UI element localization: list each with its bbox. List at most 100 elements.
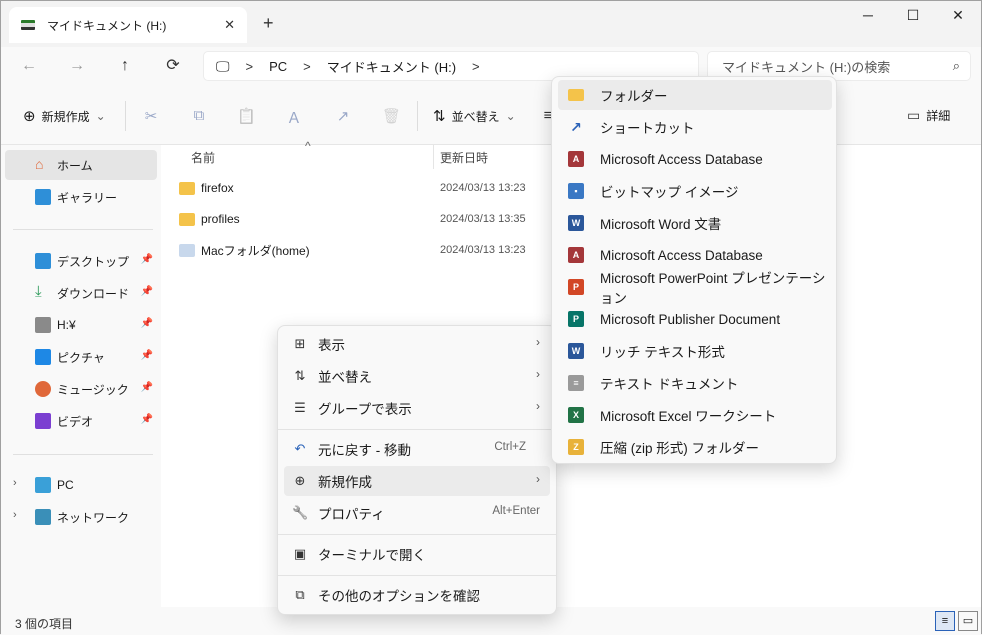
pin-icon[interactable]: 📌: [141, 414, 153, 425]
share-icon[interactable]: ↗: [334, 107, 352, 125]
submenu-item-zip-folder[interactable]: Z 圧縮 (zip 形式) フォルダー: [558, 432, 832, 462]
sidebar-item-label: ビデオ: [57, 414, 94, 429]
sidebar-item-network[interactable]: › ネットワーク: [5, 502, 157, 532]
pc-icon: 🖵: [216, 57, 230, 74]
sidebar-item-downloads[interactable]: ⤓ ダウンロード 📌: [5, 278, 157, 308]
pin-icon[interactable]: 📌: [141, 318, 153, 329]
sidebar-item-videos[interactable]: ビデオ 📌: [5, 406, 157, 436]
submenu-item-rtf[interactable]: W リッチ テキスト形式: [558, 336, 832, 366]
minimize-button[interactable]: ─: [845, 7, 891, 27]
breadcrumb-pc[interactable]: PC: [269, 59, 287, 74]
pin-icon[interactable]: 📌: [141, 382, 153, 393]
menu-item-label: Microsoft Access Database: [600, 247, 763, 263]
tab-close-icon[interactable]: ✕: [224, 17, 235, 33]
shortcut-text: Ctrl+Z: [494, 441, 526, 453]
sidebar-item-gallery[interactable]: ギャラリー: [5, 182, 157, 212]
sidebar-item-desktop[interactable]: デスクトップ 📌: [5, 246, 157, 276]
column-divider[interactable]: [433, 145, 434, 169]
pin-icon[interactable]: 📌: [141, 286, 153, 297]
file-name: Macフォルダ(home): [201, 243, 310, 258]
sidebar-item-home[interactable]: ⌂ ホーム: [5, 150, 157, 180]
cut-icon[interactable]: ✂: [142, 107, 160, 125]
bitmap-icon: ▪: [568, 183, 584, 199]
column-header-name[interactable]: 名前: [191, 149, 215, 166]
pin-icon[interactable]: 📌: [141, 254, 153, 265]
folder-icon: [179, 212, 195, 226]
menu-item-group-by[interactable]: ☰ グループで表示 ›: [284, 393, 550, 423]
details-pane-icon: ▭: [907, 107, 921, 123]
submenu-item-access-database-2[interactable]: A Microsoft Access Database: [558, 240, 832, 270]
submenu-item-shortcut[interactable]: ↗ ショートカット: [558, 112, 832, 142]
sidebar-item-music[interactable]: ミュージック 📌: [5, 374, 157, 404]
pin-icon[interactable]: 📌: [141, 350, 153, 361]
desktop-icon: [35, 253, 51, 269]
folder-icon: [568, 89, 584, 101]
breadcrumb-separator[interactable]: >: [246, 59, 254, 74]
new-tab-button[interactable]: +: [263, 13, 274, 34]
list-item[interactable]: profiles 2024/03/13 13:35: [179, 205, 599, 233]
forward-button[interactable]: →: [65, 55, 89, 79]
chevron-right-icon[interactable]: ›: [13, 477, 17, 489]
menu-item-label: 元に戻す - 移動: [318, 443, 411, 458]
chevron-right-icon: ›: [536, 335, 540, 349]
sidebar-item-label: ミュージック: [57, 382, 129, 397]
submenu-item-excel[interactable]: X Microsoft Excel ワークシート: [558, 400, 832, 430]
undo-icon: ↶: [294, 441, 306, 456]
details-label: 詳細: [926, 109, 951, 123]
menu-item-view[interactable]: ⊞ 表示 ›: [284, 329, 550, 359]
view-icon: ⊞: [294, 336, 306, 351]
submenu-item-bitmap[interactable]: ▪ ビットマップ イメージ: [558, 176, 832, 206]
menu-item-new[interactable]: ⊕ 新規作成 ›: [284, 466, 550, 496]
up-button[interactable]: ↑: [113, 55, 137, 79]
menu-item-undo[interactable]: ↶ 元に戻す - 移動 Ctrl+Z: [284, 434, 550, 464]
tab-active[interactable]: マイドキュメント (H:) ✕: [9, 7, 247, 43]
chevron-right-icon[interactable]: ›: [13, 509, 17, 521]
menu-item-more-options[interactable]: ⧉ その他のオプションを確認: [284, 580, 550, 610]
submenu-item-text-document[interactable]: ≡ テキスト ドキュメント: [558, 368, 832, 398]
sidebar-item-pictures[interactable]: ピクチャ 📌: [5, 342, 157, 372]
submenu-item-word[interactable]: W Microsoft Word 文書: [558, 208, 832, 238]
maximize-button[interactable]: ☐: [890, 7, 936, 27]
drive-icon: [21, 20, 35, 30]
more-options-icon: ⧉: [295, 587, 305, 602]
list-item[interactable]: Macフォルダ(home) 2024/03/13 13:23: [179, 236, 599, 264]
back-button[interactable]: ←: [17, 55, 41, 79]
menu-item-label: テキスト ドキュメント: [600, 377, 739, 392]
sidebar-item-pc[interactable]: › PC: [5, 470, 157, 500]
submenu-item-powerpoint[interactable]: P Microsoft PowerPoint プレゼンテーション: [558, 271, 832, 306]
powerpoint-icon: P: [568, 279, 584, 295]
shortcut-folder-icon: [179, 243, 195, 257]
list-item[interactable]: firefox 2024/03/13 13:23: [179, 174, 599, 202]
refresh-button[interactable]: ⟳: [161, 55, 185, 79]
pictures-icon: [35, 349, 51, 365]
paste-icon[interactable]: 📋: [237, 107, 256, 125]
delete-icon[interactable]: 🗑: [382, 107, 401, 125]
tiles-view-button[interactable]: ▭: [958, 611, 978, 631]
close-window-button[interactable]: ✕: [935, 7, 981, 27]
breadcrumb-dropdown[interactable]: >: [472, 59, 480, 74]
menu-item-label: リッチ テキスト形式: [600, 345, 725, 360]
rename-icon[interactable]: Ａ: [285, 107, 303, 127]
submenu-item-folder[interactable]: フォルダー: [558, 80, 832, 110]
details-view-button[interactable]: ≡: [935, 611, 955, 631]
menu-item-properties[interactable]: 🔧 プロパティ Alt+Enter: [284, 498, 550, 528]
submenu-item-access-database[interactable]: A Microsoft Access Database: [558, 144, 832, 174]
breadcrumb-separator[interactable]: >: [303, 59, 311, 74]
sidebar-item-h-drive[interactable]: H:¥ 📌: [5, 310, 157, 340]
details-pane-button[interactable]: ▭ 詳細: [907, 107, 950, 124]
search-placeholder: マイドキュメント (H:)の検索: [722, 59, 891, 75]
shortcut-text: Alt+Enter: [492, 505, 540, 517]
access-icon: A: [568, 247, 584, 263]
new-button[interactable]: ⊕ 新規作成 ⌄: [23, 107, 106, 125]
sort-button[interactable]: ⇅ 並べ替え ⌄: [433, 107, 516, 125]
menu-item-open-terminal[interactable]: ▣ ターミナルで開く: [284, 539, 550, 569]
chevron-right-icon: ›: [536, 472, 540, 486]
copy-icon[interactable]: ⧉: [190, 107, 208, 125]
file-date: 2024/03/13 13:23: [440, 244, 526, 256]
breadcrumb-drive[interactable]: マイドキュメント (H:): [327, 57, 456, 76]
gallery-icon: [35, 189, 51, 205]
column-header-modified[interactable]: 更新日時: [440, 149, 488, 166]
file-date: 2024/03/13 13:35: [440, 213, 526, 225]
submenu-item-publisher[interactable]: P Microsoft Publisher Document: [558, 304, 832, 334]
menu-item-sort[interactable]: ⇅ 並べ替え ›: [284, 361, 550, 391]
